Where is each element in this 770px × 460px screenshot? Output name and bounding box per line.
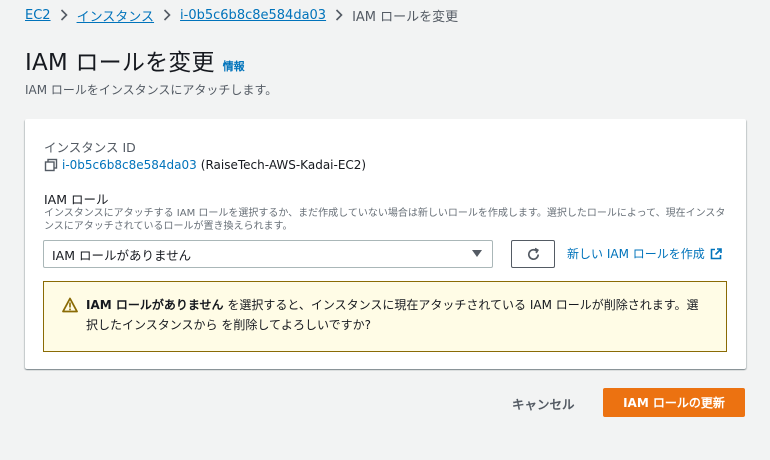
iam-role-description: インスタンスにアタッチする IAM ロールを選択するか、まだ作成していない場合は… [44, 208, 726, 232]
breadcrumb-current: IAM ロールを変更 [352, 9, 459, 25]
instance-id-link[interactable]: i-0b5c6b8c8e584da03 [62, 158, 197, 172]
chevron-right-icon [335, 9, 343, 21]
iam-role-select[interactable]: IAM ロールがありません [43, 240, 493, 268]
update-iam-role-button[interactable]: IAM ロールの更新 [603, 388, 745, 417]
create-iam-role-link-label: 新しい IAM ロールを作成 [567, 247, 705, 261]
warning-alert-bold: IAM ロールがありません [86, 298, 224, 312]
page-title: IAM ロールを変更 [25, 50, 215, 76]
caret-down-icon [472, 250, 482, 257]
refresh-button[interactable] [511, 240, 555, 268]
breadcrumb-instances-link[interactable]: インスタンス [77, 6, 154, 25]
create-iam-role-link[interactable]: 新しい IAM ロールを作成 [567, 245, 722, 262]
copy-icon[interactable] [44, 158, 58, 172]
breadcrumb-instance-id-link[interactable]: i-0b5c6b8c8e584da03 [180, 8, 326, 23]
instance-name: (RaiseTech-AWS-Kadai-EC2) [200, 158, 367, 172]
iam-role-select-value: IAM ロールがありません [52, 247, 192, 263]
instance-id-row: i-0b5c6b8c8e584da03 (RaiseTech-AWS-Kadai… [44, 158, 366, 172]
info-link[interactable]: 情報 [223, 58, 245, 74]
warning-icon [62, 297, 78, 313]
chevron-right-icon [60, 9, 68, 21]
breadcrumb: EC2 インスタンス i-0b5c6b8c8e584da03 IAM ロールを変… [25, 6, 459, 25]
iam-role-label: IAM ロール [44, 192, 109, 207]
breadcrumb-ec2-link[interactable]: EC2 [25, 8, 51, 23]
change-role-panel: インスタンス ID i-0b5c6b8c8e584da03 (RaiseTech… [25, 119, 746, 369]
page-header: IAM ロールを変更 情報 [25, 43, 245, 77]
cancel-button[interactable]: キャンセル [500, 389, 587, 417]
refresh-icon [527, 247, 539, 260]
external-link-icon [710, 247, 722, 260]
instance-id-label: インスタンス ID [44, 140, 136, 155]
warning-alert-text: IAM ロールがありません を選択すると、インスタンスに現在アタッチされている … [86, 295, 706, 351]
chevron-right-icon [163, 9, 171, 21]
warning-alert: IAM ロールがありません を選択すると、インスタンスに現在アタッチされている … [43, 281, 727, 352]
page-description: IAM ロールをインスタンスにアタッチします。 [25, 83, 278, 97]
